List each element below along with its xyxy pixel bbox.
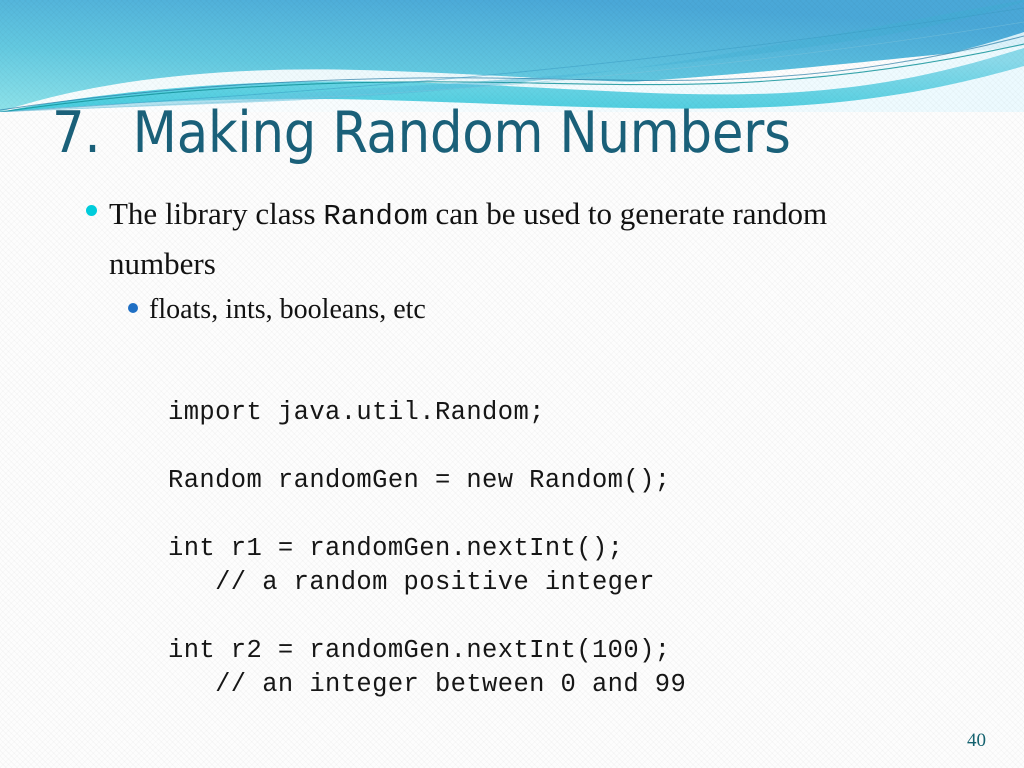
presentation-slide: 7. Making Random Numbers The library cla… xyxy=(0,0,1024,768)
page-number: 40 xyxy=(967,730,986,751)
code-line: import java.util.Random; xyxy=(168,398,545,427)
bullet-segment-text: The library class xyxy=(109,196,324,231)
code-line: // an integer between 0 and 99 xyxy=(168,670,687,699)
code-block: import java.util.Random; Random randomGen… xyxy=(168,396,686,702)
bullet-segment-code: Random xyxy=(323,200,428,233)
bullet-level1-text: The library class Random can be used to … xyxy=(109,190,909,287)
code-line: int r1 = randomGen.nextInt(); xyxy=(168,534,624,563)
code-line: // a random positive integer xyxy=(168,568,655,597)
decorative-wave-banner xyxy=(0,0,1024,112)
slide-title: 7. Making Random Numbers xyxy=(52,100,791,166)
code-line: int r2 = randomGen.nextInt(100); xyxy=(168,636,671,665)
bullet-level2-text: floats, ints, booleans, etc xyxy=(149,294,426,325)
slide-body: The library class Random can be used to … xyxy=(86,190,946,331)
bullet-dot-level2-icon xyxy=(128,303,138,313)
code-line: Random randomGen = new Random(); xyxy=(168,466,671,495)
bullet-level2: floats, ints, booleans, etc xyxy=(128,289,946,331)
bullet-level1: The library class Random can be used to … xyxy=(86,190,946,287)
bullet-dot-level1-icon xyxy=(86,205,97,216)
